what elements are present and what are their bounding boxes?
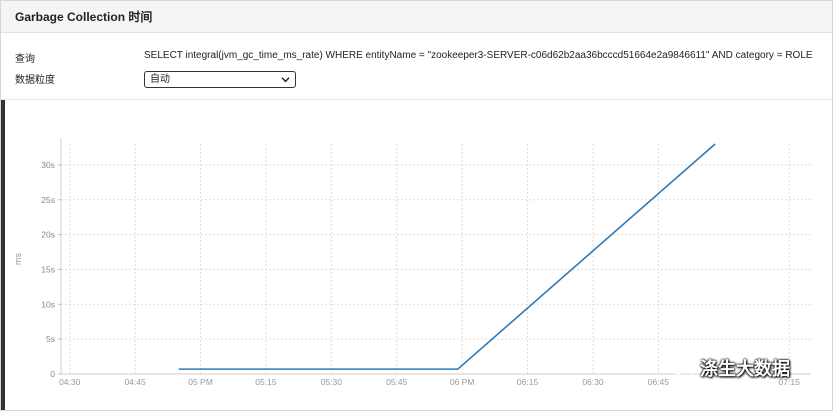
x-tick-label: 06:45 <box>648 377 670 387</box>
x-tick-label: 06 PM <box>450 377 475 387</box>
y-tick-label: 30s <box>41 160 55 170</box>
watermark: 涤生大数据 <box>668 355 790 381</box>
granularity-select[interactable]: 自动 <box>144 71 296 88</box>
x-tick-label: 05:30 <box>321 377 343 387</box>
chevron-down-icon <box>281 77 290 83</box>
x-tick-label: 05 PM <box>188 377 213 387</box>
y-tick-label: 20s <box>41 230 55 240</box>
x-tick-label: 06:30 <box>582 377 604 387</box>
query-text: SELECT integral(jvm_gc_time_ms_rate) WHE… <box>144 50 813 61</box>
x-tick-label: 06:15 <box>517 377 539 387</box>
y-tick-label: 0 <box>50 369 55 379</box>
watermark-text: 涤生大数据 <box>700 359 790 379</box>
series-line <box>178 143 716 370</box>
wechat-icon <box>668 357 694 378</box>
x-tick-label: 05:15 <box>255 377 277 387</box>
x-tick-label: 04:45 <box>124 377 146 387</box>
granularity-selected-value: 自动 <box>150 74 170 85</box>
gc-time-panel: Garbage Collection 时间 查询 SELECT integral… <box>0 0 833 411</box>
left-edge-stripe <box>1 100 5 410</box>
y-tick-label: 25s <box>41 195 55 205</box>
query-info: 查询 SELECT integral(jvm_gc_time_ms_rate) … <box>1 33 832 100</box>
y-tick-label: 15s <box>41 264 55 274</box>
query-label: 查询 <box>15 54 35 65</box>
x-tick-label: 05:45 <box>386 377 408 387</box>
y-tick-label: 5s <box>46 334 55 344</box>
y-tick-label: 10s <box>41 299 55 309</box>
granularity-label: 数据粒度 <box>15 75 55 86</box>
x-tick-label: 04:30 <box>59 377 81 387</box>
y-axis-label: ms <box>13 253 23 265</box>
panel-header: Garbage Collection 时间 <box>1 1 832 33</box>
panel-title: Garbage Collection 时间 <box>15 10 153 24</box>
